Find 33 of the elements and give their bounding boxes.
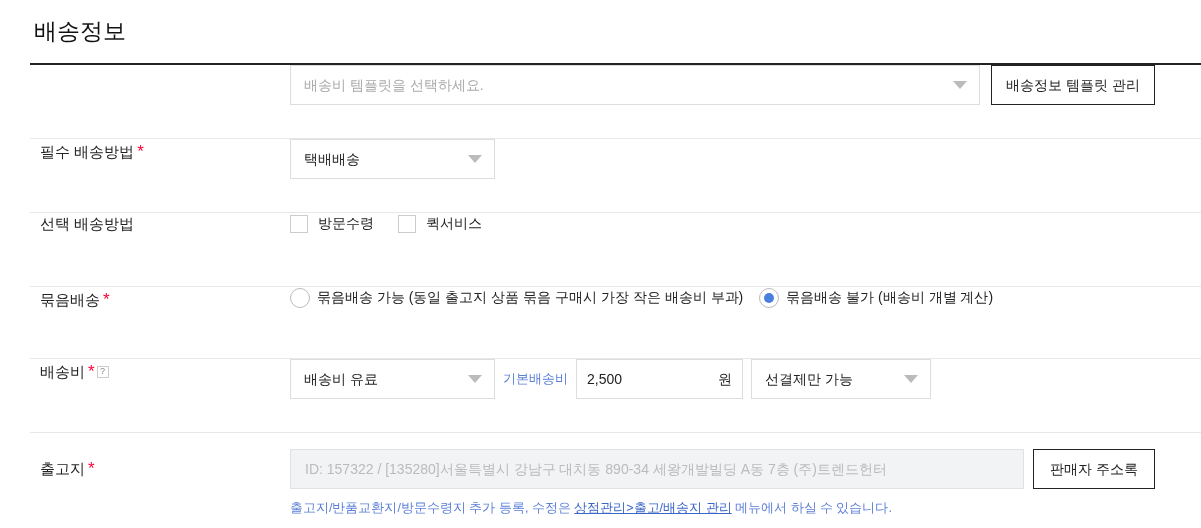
field-label: 출고지 bbox=[40, 458, 85, 479]
dropdown-caret-icon bbox=[953, 81, 967, 89]
dropdown[interactable]: 배송비 유료 bbox=[290, 359, 495, 399]
required-mark: * bbox=[88, 361, 95, 383]
radio-button[interactable] bbox=[290, 287, 310, 308]
help-text: 출고지/반품교환지/방문수령지 추가 등록, 수정은 상점관리>출고/배송지 관리 메뉴에서 하실 수 있습니다. bbox=[290, 500, 893, 517]
checkbox[interactable] bbox=[290, 214, 308, 233]
dropdown[interactable]: 택배배송 bbox=[290, 139, 495, 179]
field-label: 배송비 bbox=[40, 361, 85, 382]
required-mark: * bbox=[137, 141, 144, 163]
radio-button[interactable] bbox=[759, 287, 780, 308]
link[interactable]: 상점관리>출고/배송지 관리 bbox=[574, 501, 732, 515]
radio-label[interactable]: 묶음배송 불가 (배송비 개별 계산) bbox=[786, 287, 994, 308]
checkbox-label[interactable]: 퀵서비스 bbox=[426, 213, 482, 234]
dropdown-caret-icon bbox=[468, 375, 482, 383]
address-book-button[interactable]: 판매자 주소록 bbox=[1033, 449, 1155, 489]
field-label: 묶음배송 bbox=[40, 289, 100, 310]
template-manage-button[interactable]: 배송정보 템플릿 관리 bbox=[991, 65, 1155, 105]
section-title: 배송정보 bbox=[33, 17, 127, 47]
field-label: 필수 배송방법 bbox=[40, 141, 135, 162]
help-icon[interactable]: ? bbox=[96, 365, 109, 378]
dropdown[interactable]: 선결제만 가능 bbox=[751, 359, 931, 399]
address-field: ID: 157322 / [135280]서울특별시 강남구 대치동 890-34 세왕개발빌딩 A동 7층 (주)트렌드헌터 bbox=[290, 449, 1024, 489]
dropdown-caret-icon bbox=[468, 155, 482, 163]
checkbox[interactable] bbox=[398, 214, 416, 233]
field-label: 기본배송비 bbox=[503, 370, 568, 389]
required-mark: * bbox=[88, 458, 95, 481]
field-label: 선택 배송방법 bbox=[40, 214, 135, 234]
dropdown-caret-icon bbox=[904, 375, 918, 383]
required-mark: * bbox=[103, 289, 110, 311]
checkbox-label[interactable]: 방문수령 bbox=[318, 213, 374, 234]
radio-label[interactable]: 묶음배송 가능 (동일 출고지 상품 묶음 구매시 가장 작은 배송비 부과) bbox=[317, 287, 744, 308]
amount-field[interactable]: 2,500 원 bbox=[576, 359, 743, 399]
